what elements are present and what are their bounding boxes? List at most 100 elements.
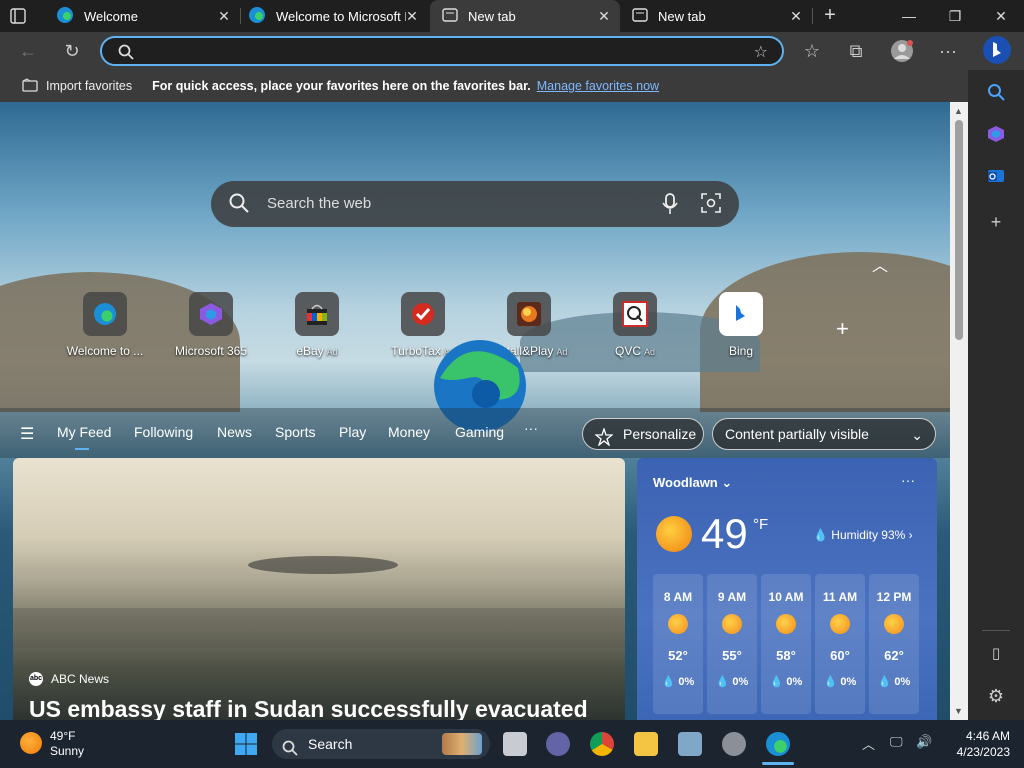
tab-news[interactable]: News [217, 424, 252, 440]
sidebar-search-icon[interactable] [982, 78, 1010, 106]
tab-welcome[interactable]: Welcome ✕ [44, 0, 240, 32]
network-icon[interactable]: 🖵 [890, 734, 903, 750]
collections-button[interactable]: ⧉ [842, 37, 870, 65]
hour-time: 9 AM [717, 590, 747, 604]
outlook-icon[interactable] [982, 162, 1010, 190]
tab-title: Welcome [84, 8, 138, 24]
add-site-button[interactable]: + [836, 316, 849, 342]
visual-search-icon[interactable] [701, 193, 721, 218]
bing-chat-button[interactable] [982, 35, 1011, 64]
quicklink-bing[interactable]: Bing [696, 292, 786, 358]
web-search-box[interactable]: Search the web [211, 181, 739, 227]
teams-chat-icon[interactable] [546, 732, 570, 756]
more-tabs-button[interactable]: ··· [524, 420, 538, 436]
volume-icon[interactable]: 🔊 [916, 734, 932, 750]
manage-favorites-link[interactable]: Manage favorites now [537, 79, 659, 93]
close-window-button[interactable]: ✕ [978, 0, 1024, 32]
tab-sports[interactable]: Sports [275, 424, 315, 440]
close-icon[interactable]: ✕ [216, 8, 232, 24]
tab-welcome-microsoft[interactable]: Welcome to Microsoft E ✕ [236, 0, 428, 32]
quicklink-label: Microsoft 365 [174, 344, 248, 358]
microsoft-365-icon[interactable] [982, 120, 1010, 148]
tab-gaming[interactable]: Gaming [455, 424, 504, 440]
settings-gear-icon[interactable] [722, 732, 746, 756]
settings-more-button[interactable]: ··· [934, 37, 962, 65]
personalize-button[interactable]: Personalize [582, 418, 704, 450]
new-tab-button[interactable]: + [820, 5, 840, 26]
add-sidebar-app-icon[interactable]: + [982, 208, 1010, 236]
task-view-icon[interactable] [503, 732, 527, 756]
clock-time: 4:46 AM [965, 729, 1010, 743]
hour-precip: 0% [840, 676, 857, 688]
search-icon [118, 44, 134, 65]
temperature-unit: °F [753, 516, 769, 533]
scroll-down-icon[interactable]: ▼ [954, 706, 963, 716]
minimize-button[interactable]: — [886, 0, 932, 32]
file-explorer-icon[interactable] [634, 732, 658, 756]
scrollbar-thumb[interactable] [955, 120, 963, 340]
droplet-icon: 💧 [877, 676, 892, 688]
import-favorites-button[interactable]: Import favorites [14, 77, 133, 95]
quicklink-welcome[interactable]: Welcome to ... [60, 292, 150, 358]
chevron-down-icon: ⌄ [721, 475, 733, 490]
back-button[interactable]: ← [14, 37, 42, 65]
news-image-smoke [248, 556, 398, 574]
quicklink-label: Bing [728, 344, 754, 358]
hour-time: 11 AM [822, 590, 858, 604]
chrome-icon[interactable] [590, 732, 614, 756]
photos-icon[interactable] [678, 732, 702, 756]
weather-location[interactable]: Woodlawn ⌄ [653, 475, 732, 491]
hour-temp: 52° [668, 648, 688, 663]
tab-actions-icon[interactable] [10, 8, 26, 24]
tab-play[interactable]: Play [339, 424, 366, 440]
show-hidden-icons-icon[interactable]: ︿ [862, 734, 875, 753]
profile-button[interactable] [888, 37, 916, 65]
tab-money[interactable]: Money [388, 424, 430, 440]
taskbar-search-label: Search [308, 736, 353, 752]
close-icon[interactable]: ✕ [788, 8, 804, 24]
hour-temp: 62° [884, 648, 904, 663]
close-icon[interactable]: ✕ [404, 8, 420, 24]
tab-title: Welcome to Microsoft E [276, 8, 406, 24]
taskbar-weather-desc: Sunny [50, 744, 85, 758]
tab-my-feed[interactable]: My Feed [57, 424, 111, 450]
refresh-button[interactable]: ↻ [58, 37, 86, 65]
close-icon[interactable]: ✕ [596, 8, 612, 24]
content-visibility-label: Content partially visible [725, 426, 869, 442]
taskbar-search[interactable]: Search [272, 729, 490, 759]
tab-new-tab[interactable]: New tab ✕ [620, 0, 812, 32]
quicklink-ebay[interactable]: eBay Ad [272, 292, 362, 358]
sidebar-settings-icon[interactable]: ⚙ [982, 682, 1010, 710]
import-favorites-label: Import favorites [46, 79, 133, 93]
news-source-label: ABC News [51, 672, 110, 686]
quicklink-microsoft-365[interactable]: Microsoft 365 [166, 292, 256, 358]
windows-start-icon[interactable] [234, 732, 258, 756]
weather-card[interactable]: Woodlawn ⌄ ··· 49 °F 💧 Humidity 93% › 8 … [637, 458, 937, 720]
content-visibility-dropdown[interactable]: Content partially visible ⌄ [712, 418, 936, 450]
hour-temp: 55° [722, 648, 742, 663]
scroll-up-icon[interactable]: ▲ [954, 106, 963, 116]
more-options-icon[interactable]: ··· [901, 472, 915, 488]
address-bar[interactable]: ☆ [100, 36, 784, 66]
taskbar-clock[interactable]: 4:46 AM 4/23/2023 [950, 728, 1010, 760]
microphone-icon[interactable] [661, 193, 679, 220]
edge-icon [56, 6, 74, 27]
hamburger-menu-icon[interactable]: ☰ [20, 424, 34, 444]
hide-sidebar-icon[interactable]: ▯ [982, 640, 1010, 668]
page-scrollbar[interactable]: ▲ ▼ [950, 102, 968, 720]
news-headline[interactable]: US embassy staff in Sudan successfully e… [29, 696, 588, 720]
restore-button[interactable]: ❐ [932, 0, 978, 32]
import-icon [22, 77, 38, 95]
collapse-quicklinks-icon[interactable]: ︿ [872, 252, 888, 276]
news-card[interactable]: abc ABC News US embassy staff in Sudan s… [13, 458, 625, 720]
edge-taskbar-icon[interactable] [766, 732, 790, 756]
add-favorite-icon[interactable]: ☆ [754, 42, 768, 62]
favorites-button[interactable]: ☆ [798, 37, 826, 65]
tab-divider [812, 8, 813, 24]
tab-new-tab-active[interactable]: New tab ✕ [430, 0, 620, 32]
quicklink-qvc[interactable]: QVC Ad [590, 292, 680, 358]
tab-following[interactable]: Following [134, 424, 193, 440]
taskbar-weather-widget[interactable]: 49°F Sunny [50, 729, 84, 759]
search-icon [282, 736, 298, 766]
humidity[interactable]: 💧 Humidity 93% › [813, 528, 913, 542]
